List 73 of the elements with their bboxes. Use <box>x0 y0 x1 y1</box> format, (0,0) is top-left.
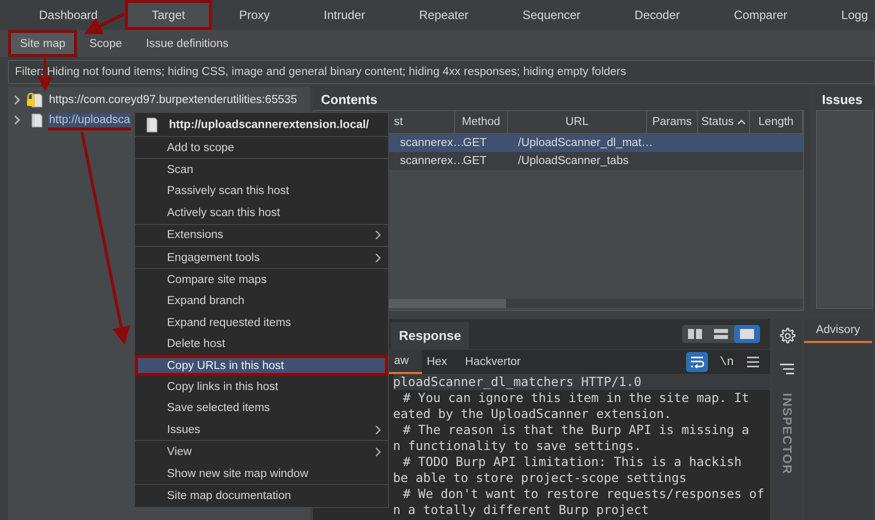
table-cell-text: GET <box>463 155 488 167</box>
filter-lines-icon[interactable] <box>779 363 795 375</box>
main-tab[interactable]: Logg <box>814 0 875 30</box>
submenu-chevron-icon <box>374 447 382 458</box>
main-tab[interactable]: Comparer <box>706 0 814 30</box>
code-line: # You can ignore this item in the site map. It <box>402 390 750 406</box>
code-line: # The reason is that the Burp API is missing a <box>402 422 750 438</box>
main-tab[interactable]: Proxy <box>212 0 297 30</box>
sub-tab[interactable]: Issue definitions <box>134 30 240 57</box>
main-tab[interactable]: Dashboard <box>12 0 125 30</box>
menu-item[interactable]: Show new site map window <box>135 462 388 484</box>
code-line: be able to store project-scope settings <box>393 470 688 486</box>
single-layout-icon <box>740 329 754 339</box>
menu-item[interactable]: Expand branch <box>135 290 388 312</box>
table-cell-text: /UploadScanner_tabs <box>517 155 630 167</box>
editor-tab[interactable]: Hex <box>422 350 460 374</box>
menu-item[interactable]: View <box>135 441 388 463</box>
menu-item[interactable]: Actively scan this host <box>135 202 388 224</box>
submenu-chevron-icon <box>374 424 382 435</box>
menu-item[interactable]: Copy URLs in this host <box>135 354 388 376</box>
code-line: # TODO Burp API limitation: This is a hackish <box>402 454 743 470</box>
code-line: # We don't want to restore requests/responses of <box>402 486 766 502</box>
menu-item[interactable]: Issues <box>135 419 388 440</box>
editor-tab[interactable]: Hackvertor <box>460 350 534 374</box>
layout-toggle-button[interactable] <box>734 325 760 343</box>
sort-caret-icon[interactable] <box>736 119 746 125</box>
column-header[interactable]: st <box>394 111 455 133</box>
column-header[interactable]: Params <box>647 111 698 133</box>
submenu-chevron-icon <box>374 252 382 263</box>
column-header[interactable]: Method <box>455 111 508 133</box>
sub-tab[interactable]: Site map <box>8 30 78 57</box>
main-tab[interactable]: Intruder <box>296 0 392 30</box>
code-line: n a totally different Burp project <box>393 502 650 518</box>
menu-header: http://uploadscannerextension.local/ <box>169 118 370 130</box>
menu-item[interactable]: Save selected items <box>135 398 388 420</box>
word-wrap-button[interactable] <box>686 352 708 372</box>
menu-item[interactable]: Expand requested items <box>135 312 388 334</box>
menu-item[interactable]: Copy links in this host <box>135 376 388 398</box>
advisory-tab[interactable]: Advisory <box>804 319 872 343</box>
menu-item[interactable]: Passively scan this host <box>135 180 388 202</box>
table-cell-text: /UploadScanner_dl_mat… <box>517 137 654 149</box>
tree-item[interactable]: https://com.coreyd97.burpextenderutilities:65535 <box>48 93 298 107</box>
main-tab[interactable]: Decoder <box>608 0 707 30</box>
word-wrap-icon <box>690 356 704 368</box>
panel-title: Contents <box>320 91 378 109</box>
page-icon <box>145 116 159 132</box>
menu-item[interactable]: Compare site maps <box>135 269 388 291</box>
columns-layout-icon <box>688 329 702 339</box>
main-tab[interactable]: Repeater <box>392 0 496 30</box>
sub-tab[interactable]: Scope <box>77 30 134 57</box>
table-cell-text: GET <box>463 137 488 149</box>
menu-item[interactable]: Site map documentation <box>135 485 388 507</box>
settings-icon[interactable] <box>778 327 796 345</box>
filter-bar[interactable]: Filter: Hiding not found items; hiding CSS, image and general binary content; hiding 4xx responses; hiding empty folders <box>8 60 875 84</box>
submenu-chevron-icon <box>374 230 382 240</box>
column-header[interactable]: URL <box>508 111 647 133</box>
main-tab[interactable]: Sequencer <box>496 0 608 30</box>
menu-item[interactable]: Add to scope <box>135 137 388 158</box>
newline-toggle[interactable]: \n <box>718 355 736 369</box>
editor-tab[interactable]: aw <box>389 350 422 374</box>
menu-item[interactable]: Delete host <box>135 334 388 355</box>
column-header[interactable]: Status <box>698 111 750 133</box>
code-line: eated by the UploadScanner extension. <box>393 406 672 422</box>
menu-item[interactable]: Extensions <box>135 224 388 246</box>
menu-icon[interactable] <box>746 356 760 368</box>
tree-item[interactable]: http://uploadsca <box>48 113 132 127</box>
rows-layout-icon <box>714 329 728 339</box>
main-tab[interactable]: Target <box>124 0 212 30</box>
menu-item[interactable]: Engagement tools <box>135 246 388 268</box>
column-header[interactable]: Length <box>750 111 803 133</box>
response-tab[interactable]: Response <box>391 322 470 349</box>
panel-title: Issues <box>821 91 864 109</box>
code-line: n functionality to save settings. <box>393 438 642 454</box>
